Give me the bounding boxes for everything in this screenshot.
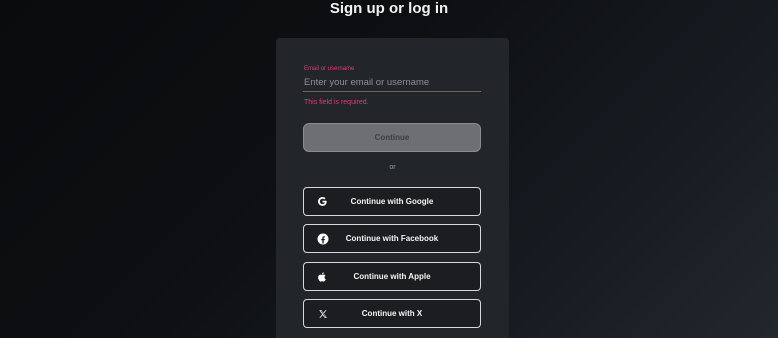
continue-button[interactable]: Continue	[303, 123, 481, 152]
email-field-label: Email or username	[304, 66, 355, 72]
facebook-button-label: Continue with Facebook	[345, 234, 439, 243]
continue-with-google-button[interactable]: Continue with Google	[303, 187, 481, 216]
email-field[interactable]	[303, 74, 481, 92]
continue-with-x-button[interactable]: Continue with X	[303, 299, 481, 328]
google-button-label: Continue with Google	[350, 197, 434, 206]
continue-with-facebook-button[interactable]: Continue with Facebook	[303, 224, 481, 253]
login-card: Email or username This field is required…	[276, 38, 509, 338]
continue-with-apple-button[interactable]: Continue with Apple	[303, 262, 481, 291]
x-button-label: Continue with X	[361, 309, 423, 318]
page-title: Sign up or log in	[329, 0, 449, 17]
or-divider: or	[389, 164, 396, 171]
apple-button-label: Continue with Apple	[353, 272, 431, 281]
field-error-message: This field is required.	[304, 99, 369, 106]
